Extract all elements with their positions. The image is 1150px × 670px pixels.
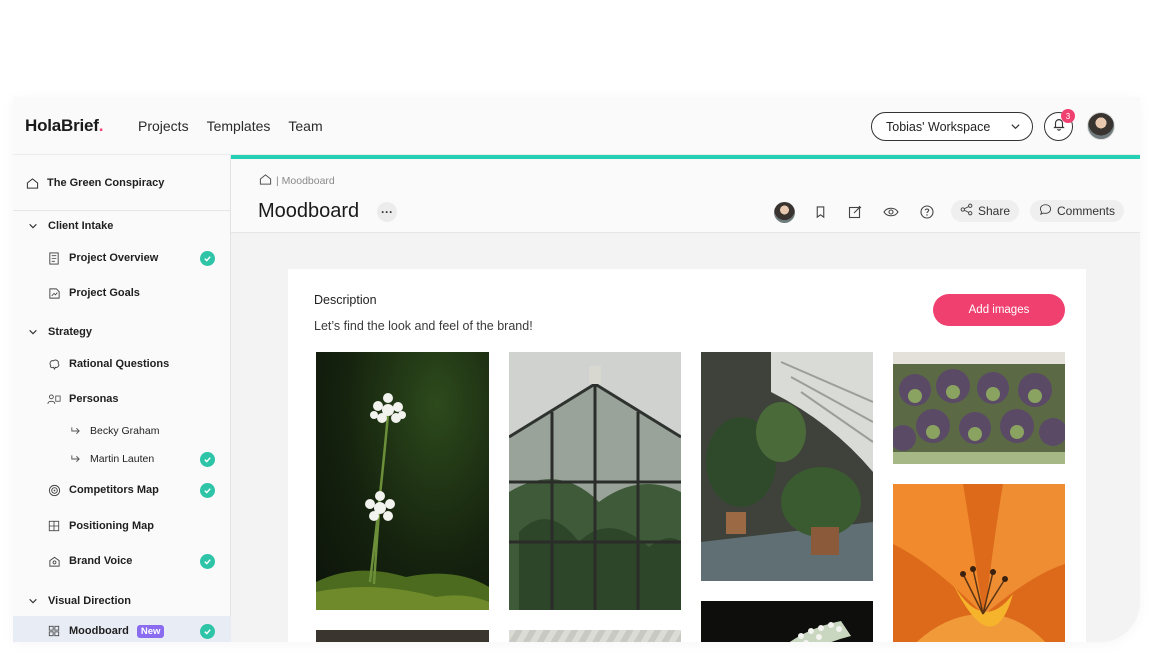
page-header: | Moodboard Moodboard ··· Share Comments bbox=[231, 159, 1140, 233]
brain-icon bbox=[47, 357, 61, 371]
brand-logo[interactable]: HolaBrief. bbox=[25, 116, 103, 136]
megaphone-icon bbox=[47, 554, 61, 568]
sidebar-item-label: Project Overview bbox=[69, 252, 159, 264]
sidebar-project-home[interactable]: The Green Conspiracy bbox=[13, 168, 231, 198]
user-avatar[interactable] bbox=[1087, 112, 1115, 140]
sidebar-subitem-label: Martin Lauten bbox=[90, 453, 155, 465]
sidebar-item-label: Moodboard bbox=[69, 625, 129, 637]
moodboard-image-partial-2[interactable] bbox=[509, 630, 681, 642]
breadcrumb-current[interactable]: | Moodboard bbox=[276, 175, 335, 187]
sidebar-section-client-intake[interactable]: Client Intake bbox=[13, 211, 231, 241]
add-images-button[interactable]: Add images bbox=[933, 294, 1065, 326]
home-icon bbox=[25, 176, 39, 190]
bookmark-icon[interactable] bbox=[810, 202, 830, 222]
more-options-button[interactable]: ··· bbox=[377, 202, 397, 222]
check-icon bbox=[200, 250, 215, 266]
moodboard-image-plant-shop[interactable] bbox=[701, 352, 873, 581]
check-icon bbox=[200, 623, 215, 639]
chevron-down-icon bbox=[1010, 121, 1021, 135]
home-icon[interactable] bbox=[259, 173, 272, 189]
new-badge: New bbox=[136, 624, 165, 638]
sidebar-item-brand-voice[interactable]: Brand Voice bbox=[13, 546, 231, 576]
chevron-down-icon bbox=[26, 325, 40, 339]
collaborator-avatar[interactable] bbox=[774, 202, 795, 223]
moodboard-image-greenhouse[interactable] bbox=[509, 352, 681, 610]
grid-icon bbox=[47, 519, 61, 533]
chevron-down-icon bbox=[26, 219, 40, 233]
chevron-down-icon bbox=[26, 594, 40, 608]
page-title: Moodboard bbox=[258, 200, 360, 222]
workspace-label: Tobias' Workspace bbox=[886, 119, 991, 134]
sidebar-subitem-becky-graham[interactable]: Becky Graham bbox=[13, 416, 231, 446]
breadcrumb: | Moodboard bbox=[259, 173, 335, 189]
sidebar-subitem-label: Becky Graham bbox=[90, 425, 160, 437]
app-window: HolaBrief. Projects Templates Team Tobia… bbox=[13, 97, 1140, 642]
comments-button[interactable]: Comments bbox=[1030, 200, 1125, 222]
top-navigation: HolaBrief. Projects Templates Team Tobia… bbox=[13, 97, 1140, 155]
share-label: Share bbox=[978, 204, 1011, 218]
sidebar-item-label: Competitors Map bbox=[69, 484, 159, 496]
nav-link-team[interactable]: Team bbox=[288, 118, 322, 134]
sidebar-item-competitors-map[interactable]: Competitors Map bbox=[13, 475, 231, 505]
sidebar-section-strategy[interactable]: Strategy bbox=[13, 317, 231, 347]
nav-links: Projects Templates Team bbox=[138, 118, 323, 134]
content-area: Description Let’s find the look and feel… bbox=[231, 233, 1140, 642]
check-icon bbox=[200, 553, 215, 569]
notification-count-badge: 3 bbox=[1061, 109, 1075, 123]
help-icon[interactable] bbox=[917, 202, 937, 222]
sidebar-item-label: Rational Questions bbox=[69, 358, 170, 370]
check-icon bbox=[200, 482, 215, 498]
moodboard-image-artichokes[interactable] bbox=[893, 352, 1065, 464]
section-label: Client Intake bbox=[48, 220, 114, 232]
description-label: Description bbox=[314, 293, 377, 307]
sidebar-project-title: The Green Conspiracy bbox=[47, 177, 165, 189]
sidebar-item-rational-questions[interactable]: Rational Questions bbox=[13, 349, 231, 379]
sidebar-item-positioning-map[interactable]: Positioning Map bbox=[13, 511, 231, 541]
sidebar-item-project-overview[interactable]: Project Overview bbox=[13, 243, 231, 273]
moodboard-card: Description Let’s find the look and feel… bbox=[288, 269, 1086, 642]
sidebar-item-personas[interactable]: Personas bbox=[13, 384, 231, 414]
moodboard-image-flower[interactable] bbox=[316, 352, 489, 610]
target-icon bbox=[47, 483, 61, 497]
people-icon bbox=[47, 392, 61, 406]
moodboard-image-lily[interactable] bbox=[893, 484, 1065, 642]
nav-link-projects[interactable]: Projects bbox=[138, 118, 189, 134]
description-text[interactable]: Let’s find the look and feel of the bran… bbox=[314, 319, 533, 333]
comment-icon bbox=[1039, 203, 1052, 219]
document-icon bbox=[47, 251, 61, 265]
sidebar-item-moodboard[interactable]: Moodboard New bbox=[13, 616, 231, 642]
moodboard-image-partial-3[interactable] bbox=[701, 601, 873, 642]
section-label: Visual Direction bbox=[48, 595, 131, 607]
eye-icon[interactable] bbox=[881, 202, 901, 222]
sidebar-item-label: Brand Voice bbox=[69, 555, 133, 567]
check-icon bbox=[200, 451, 215, 467]
sidebar-item-label: Positioning Map bbox=[69, 520, 154, 532]
workspace-selector[interactable]: Tobias' Workspace bbox=[871, 112, 1033, 141]
edit-icon[interactable] bbox=[845, 202, 865, 222]
sidebar-subitem-martin-lauten[interactable]: Martin Lauten bbox=[13, 444, 231, 474]
nav-link-templates[interactable]: Templates bbox=[207, 118, 271, 134]
moodboard-image-partial-1[interactable] bbox=[316, 630, 489, 642]
sidebar: The Green Conspiracy Client Intake Proje… bbox=[13, 155, 231, 642]
moodboard-icon bbox=[47, 624, 61, 638]
sidebar-item-label: Project Goals bbox=[69, 287, 140, 299]
share-icon bbox=[960, 203, 973, 219]
sidebar-item-label: Personas bbox=[69, 393, 119, 405]
section-label: Strategy bbox=[48, 326, 93, 338]
sidebar-item-project-goals[interactable]: Project Goals bbox=[13, 278, 231, 308]
share-button[interactable]: Share bbox=[951, 200, 1020, 222]
arrow-return-icon bbox=[68, 424, 82, 438]
sidebar-section-visual-direction[interactable]: Visual Direction bbox=[13, 586, 231, 616]
goals-icon bbox=[47, 286, 61, 300]
comments-label: Comments bbox=[1057, 204, 1116, 218]
arrow-return-icon bbox=[68, 452, 82, 466]
